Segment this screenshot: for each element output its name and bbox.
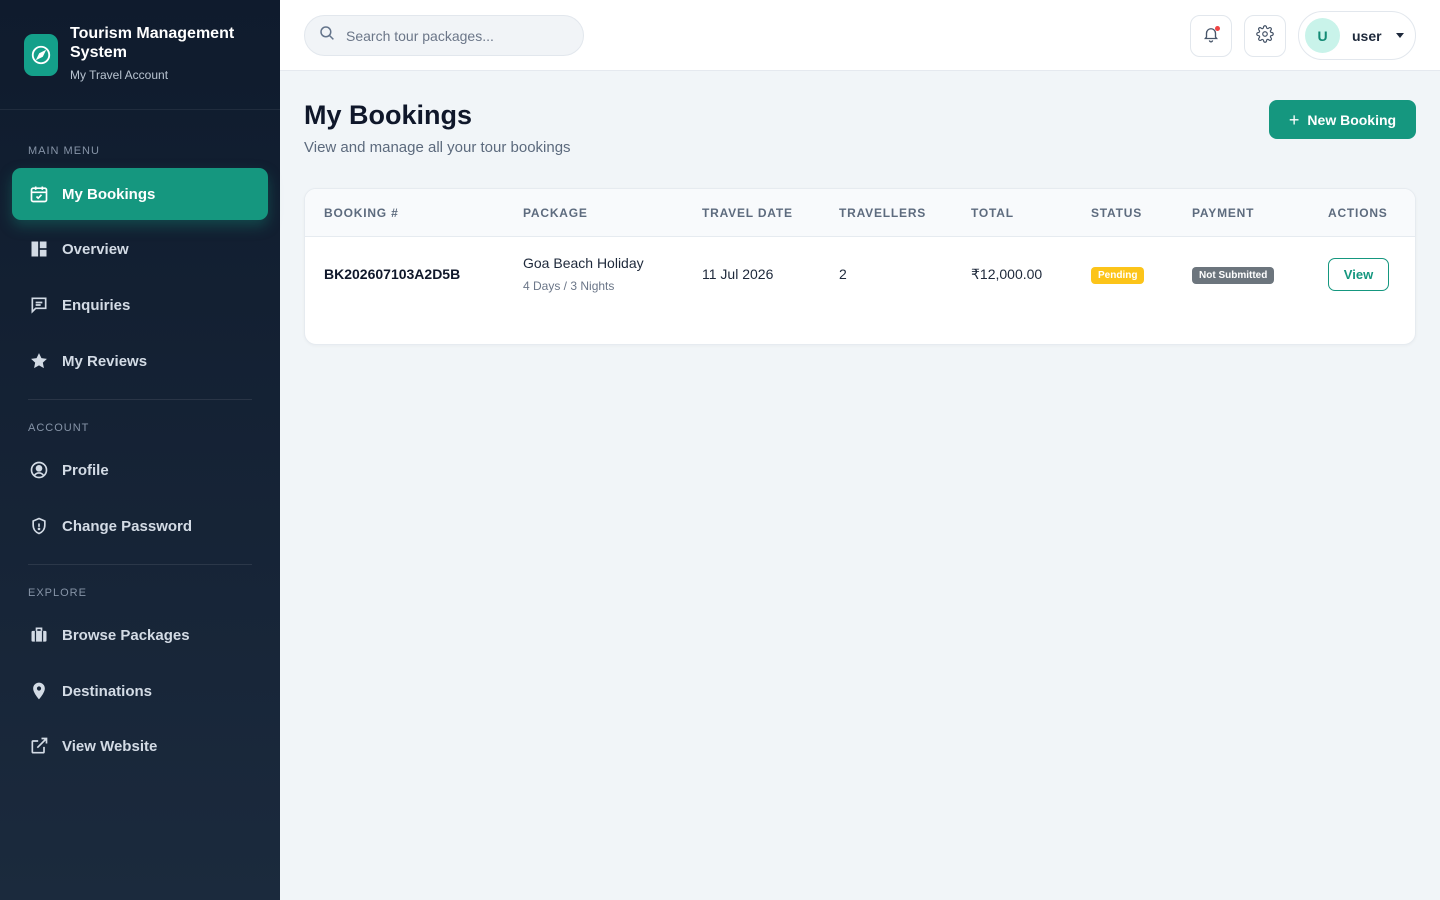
- search-box: [304, 15, 584, 56]
- page-subtitle: View and manage all your tour bookings: [304, 139, 571, 156]
- sidebar-item-overview[interactable]: Overview: [12, 223, 268, 275]
- booking-total: ₹12,000.00: [971, 266, 1043, 282]
- view-booking-button[interactable]: View: [1328, 258, 1389, 291]
- avatar: U: [1305, 18, 1340, 53]
- new-booking-label: New Booking: [1307, 111, 1397, 128]
- sidebar-item-my-bookings[interactable]: My Bookings: [12, 168, 268, 220]
- calendar-check-icon: [28, 183, 50, 205]
- user-menu[interactable]: U user: [1298, 11, 1416, 60]
- sidebar: Tourism Management System My Travel Acco…: [0, 0, 280, 900]
- sidebar-item-label: Browse Packages: [62, 626, 190, 644]
- travel-date: 11 Jul 2026: [702, 266, 774, 282]
- gear-icon: [1256, 24, 1274, 48]
- external-link-icon: [28, 735, 50, 757]
- sidebar-item-label: View Website: [62, 737, 158, 755]
- top-bar: U user: [280, 0, 1440, 71]
- status-badge: Pending: [1091, 267, 1145, 284]
- brand-title: Tourism Management System: [70, 25, 235, 61]
- plus-icon: +: [1288, 109, 1300, 130]
- search-input[interactable]: [346, 27, 566, 44]
- column-header-package: PACKAGE: [523, 206, 588, 220]
- section-label-main-menu: MAIN MENU: [28, 145, 100, 157]
- sidebar-item-label: Change Password: [62, 517, 193, 535]
- brand: Tourism Management System My Travel Acco…: [0, 0, 280, 110]
- shield-icon: [28, 515, 50, 537]
- new-booking-button[interactable]: + New Booking: [1269, 100, 1416, 139]
- suitcase-icon: [28, 624, 50, 646]
- sidebar-item-label: My Reviews: [62, 352, 148, 370]
- sidebar-item-enquiries[interactable]: Enquiries: [12, 279, 268, 331]
- column-header-payment: PAYMENT: [1192, 206, 1255, 220]
- column-header-status: STATUS: [1091, 206, 1143, 220]
- column-header-actions: ACTIONS: [1328, 206, 1388, 220]
- user-circle-icon: [28, 459, 50, 481]
- sidebar-divider: [28, 399, 252, 400]
- section-label-explore: EXPLORE: [28, 587, 87, 599]
- package-name: Goa Beach Holiday: [523, 255, 644, 271]
- section-label-account: ACCOUNT: [28, 422, 90, 434]
- brand-subtitle: My Travel Account: [70, 68, 169, 82]
- column-header-total: TOTAL: [971, 206, 1014, 220]
- bookings-table: BOOKING # PACKAGE TRAVEL DATE TRAVELLERS…: [304, 188, 1416, 345]
- column-header-booking: BOOKING #: [324, 206, 399, 220]
- user-name: user: [1352, 27, 1382, 44]
- map-pin-icon: [28, 680, 50, 702]
- table-header: BOOKING # PACKAGE TRAVEL DATE TRAVELLERS…: [305, 189, 1415, 237]
- travellers-count: 2: [839, 266, 847, 282]
- column-header-travel-date: TRAVEL DATE: [702, 206, 793, 220]
- sidebar-item-label: Overview: [62, 240, 129, 258]
- sidebar-item-change-password[interactable]: Change Password: [12, 500, 268, 552]
- sidebar-item-view-website[interactable]: View Website: [12, 720, 268, 772]
- sidebar-item-label: My Bookings: [62, 185, 156, 203]
- sidebar-item-browse-packages[interactable]: Browse Packages: [12, 609, 268, 661]
- sidebar-item-profile[interactable]: Profile: [12, 444, 268, 496]
- star-icon: [28, 350, 50, 372]
- sidebar-divider: [28, 564, 252, 565]
- sidebar-item-my-reviews[interactable]: My Reviews: [12, 335, 268, 387]
- search-icon: [318, 24, 336, 47]
- dashboard-icon: [28, 238, 50, 260]
- column-header-travellers: TRAVELLERS: [839, 206, 927, 220]
- sidebar-item-label: Destinations: [62, 682, 153, 700]
- package-duration: 4 Days / 3 Nights: [523, 279, 615, 293]
- booking-number: BK202607103A2D5B: [324, 266, 461, 282]
- notification-dot: [1215, 26, 1220, 31]
- page-title: My Bookings: [304, 100, 473, 130]
- settings-button[interactable]: [1244, 15, 1286, 57]
- payment-badge: Not Submitted: [1192, 267, 1275, 284]
- notifications-button[interactable]: [1190, 15, 1232, 57]
- sidebar-item-destinations[interactable]: Destinations: [12, 665, 268, 717]
- sidebar-item-label: Enquiries: [62, 296, 131, 314]
- compass-icon: [24, 34, 58, 76]
- chat-icon: [28, 294, 50, 316]
- chevron-down-icon: [1395, 33, 1404, 38]
- sidebar-item-label: Profile: [62, 461, 109, 479]
